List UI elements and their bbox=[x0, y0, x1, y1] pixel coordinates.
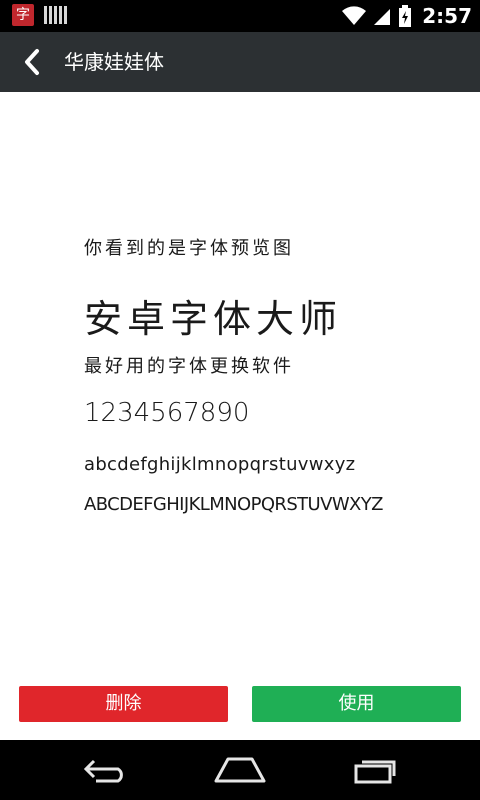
navigation-bar bbox=[0, 740, 480, 800]
chevron-left-icon bbox=[25, 49, 39, 75]
barcode-notification-icon bbox=[44, 6, 67, 24]
page-title: 华康娃娃体 bbox=[64, 50, 164, 74]
nav-recents-button[interactable] bbox=[346, 752, 406, 788]
app-notification-icon: 字 bbox=[12, 4, 34, 26]
preview-line-lowercase: abcdefghijklmnopqrstuvwxyz bbox=[84, 454, 356, 475]
home-icon bbox=[214, 757, 266, 783]
clock: 2:57 bbox=[422, 4, 472, 28]
preview-line-uppercase: ABCDEFGHIJKLMNOPQRSTUVWXYZ bbox=[84, 494, 383, 515]
wifi-icon bbox=[342, 6, 367, 26]
preview-line-digits: 1234567890 bbox=[84, 398, 250, 428]
back-icon bbox=[83, 759, 123, 783]
preview-line-brand: 安卓字体大师 bbox=[84, 297, 343, 341]
use-button[interactable]: 使用 bbox=[252, 686, 461, 722]
delete-button[interactable]: 删除 bbox=[19, 686, 228, 722]
back-button[interactable] bbox=[14, 44, 50, 80]
notification-area: 字 bbox=[12, 4, 67, 26]
battery-icon bbox=[399, 5, 412, 27]
nav-back-button[interactable] bbox=[76, 752, 136, 788]
preview-line-hint: 你看到的是字体预览图 bbox=[84, 238, 294, 259]
system-status-area: 2:57 bbox=[342, 2, 472, 30]
status-bar: 字 2:57 bbox=[0, 0, 480, 32]
signal-icon bbox=[374, 9, 391, 25]
nav-home-button[interactable] bbox=[210, 752, 270, 788]
preview-line-slogan: 最好用的字体更换软件 bbox=[84, 356, 294, 377]
recents-icon bbox=[354, 760, 396, 784]
action-bar: 华康娃娃体 bbox=[0, 32, 480, 92]
